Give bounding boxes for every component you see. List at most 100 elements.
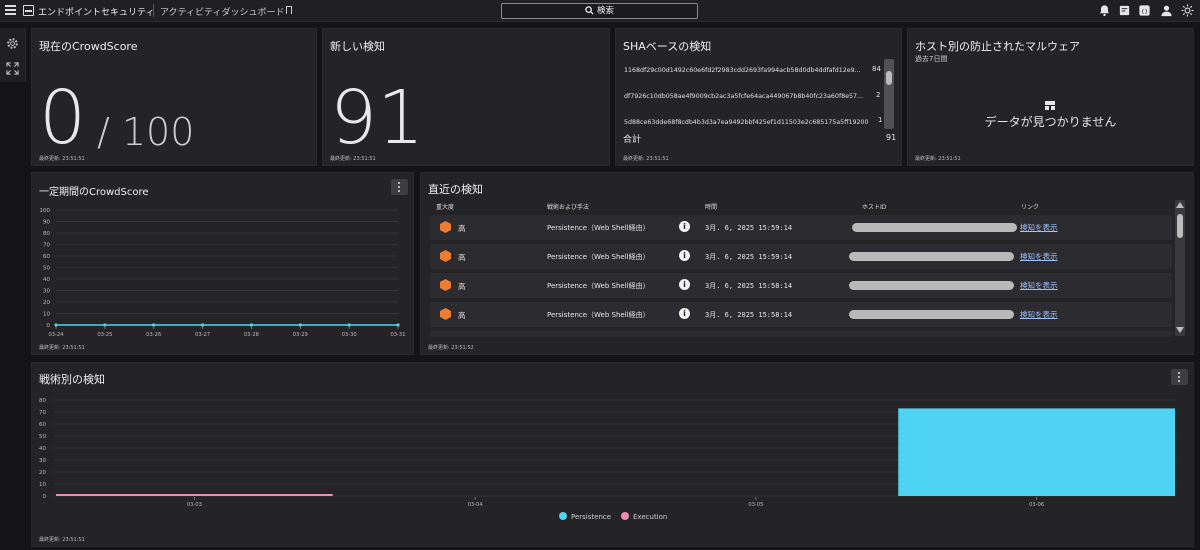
- x-tick-label: 03-28: [244, 332, 259, 338]
- y-tick-label: 100: [40, 208, 51, 214]
- current-crowdscore-card: 現在のCrowdScore 0 / 100 最終更新: 23:51:51: [31, 28, 317, 166]
- bell-icon[interactable]: [1098, 4, 1111, 17]
- y-tick-label: 40: [43, 277, 50, 283]
- scroll-down-icon[interactable]: [1176, 327, 1184, 333]
- sha-scrollbar[interactable]: [884, 59, 894, 129]
- table-scrollbar[interactable]: [1175, 200, 1185, 336]
- x-tick-label: 03-05: [748, 502, 763, 508]
- legend-persistence[interactable]: Persistence: [559, 512, 611, 521]
- last-updated: 最終更新: 23:51:51: [915, 156, 961, 162]
- x-tick-label: 03-30: [342, 332, 357, 338]
- sha-hash[interactable]: df7926c10db058ae4f9009cb2ac3a5fcfe64aca4…: [624, 93, 869, 100]
- last-updated: 最終更新: 23:51:51: [39, 537, 85, 543]
- menu-icon[interactable]: [5, 5, 16, 15]
- y-tick-label: 50: [39, 434, 46, 440]
- crowdscore-line-chart: 0 10 20 30 40 50 60 70 80 90 100 03-24 03-25 03-26 03-…: [40, 208, 406, 338]
- tactic-text: Persistence（Web Shell経由）: [547, 311, 650, 319]
- x-tick-label: 03-29: [293, 332, 308, 338]
- sha-hash[interactable]: 1168df29c00d1492c60e6fd2f2983cdd2693fa99…: [624, 67, 869, 74]
- y-tick-label: 10: [43, 312, 50, 318]
- user-icon[interactable]: [1160, 4, 1173, 17]
- y-tick-label: 70: [43, 243, 50, 249]
- scroll-up-icon[interactable]: [1176, 202, 1184, 208]
- view-detection-link[interactable]: 検知を表示: [1020, 309, 1058, 320]
- no-data-icon: [1045, 101, 1055, 110]
- legend-execution[interactable]: Execution: [621, 512, 667, 521]
- x-tick-label: 03-04: [468, 502, 484, 508]
- legend-label: Execution: [633, 513, 668, 521]
- y-tick-label: 40: [39, 446, 46, 452]
- tactic-bar-chart: 0 10 20 30 40 50 60 70 80 03-03 03-04 03-05 03-06: [39, 398, 1177, 508]
- x-tick-label: 03-06: [1029, 502, 1044, 508]
- more-options-button[interactable]: [1171, 369, 1188, 385]
- no-data-message: データが見つかりません: [984, 115, 1117, 129]
- y-tick-label: 50: [43, 266, 50, 272]
- sha-hash[interactable]: 5d88ce63dde68f8cdb4b3d3a7ea9492bbf425ef1…: [624, 119, 869, 126]
- legend-marker: [559, 512, 567, 520]
- x-tick-label: 03-24: [48, 332, 64, 338]
- new-detections-value: 91: [330, 75, 425, 161]
- y-tick-label: 0: [43, 494, 47, 500]
- x-tick-label: 03-03: [187, 502, 202, 508]
- y-tick-label: 0: [47, 323, 51, 329]
- view-detection-link[interactable]: 検知を表示: [1020, 280, 1058, 291]
- info-icon[interactable]: i: [679, 221, 690, 232]
- messages-icon[interactable]: [1118, 4, 1131, 17]
- last-updated: 最終更新: 23:51:51: [330, 156, 376, 162]
- severity-label: 高: [458, 253, 466, 262]
- bar-execution: [56, 494, 333, 496]
- x-tick-label: 03-31: [390, 332, 405, 338]
- app-title[interactable]: エンドポイントセキュリティ: [38, 5, 154, 18]
- host-id-redacted: [849, 310, 1014, 319]
- sun-icon[interactable]: [1181, 4, 1194, 17]
- host-id-redacted: [852, 223, 1017, 232]
- col-header-severity[interactable]: 重大度: [436, 202, 454, 211]
- view-detection-link[interactable]: 検知を表示: [1020, 251, 1058, 262]
- info-icon[interactable]: i: [679, 308, 690, 319]
- apps-icon[interactable]: {}: [1138, 4, 1151, 17]
- view-detection-link[interactable]: 検知を表示: [1020, 222, 1058, 233]
- card-title: 一定期間のCrowdScore: [39, 187, 149, 198]
- search-button[interactable]: 検索: [501, 3, 698, 19]
- y-tick-label: 70: [39, 410, 46, 416]
- x-tick-label: 03-27: [195, 332, 210, 338]
- col-header-link[interactable]: リンク: [1021, 202, 1039, 211]
- bookmark-icon[interactable]: [286, 6, 292, 14]
- card-title: 新しい検知: [330, 40, 385, 53]
- search-label: 検索: [596, 6, 614, 16]
- detection-time: 3月. 6, 2025 15:58:14: [705, 311, 793, 319]
- expand-icon[interactable]: [6, 62, 19, 75]
- legend-marker: [621, 512, 629, 520]
- severity-icon: [440, 221, 451, 233]
- severity-icon: [440, 308, 451, 320]
- legend-label: Persistence: [571, 513, 612, 521]
- card-title: SHAベースの検知: [623, 40, 712, 53]
- new-detections-card: 新しい検知 91 最終更新: 23:51:51: [322, 28, 610, 166]
- gear-icon[interactable]: [6, 37, 19, 50]
- tactic-text: Persistence（Web Shell経由）: [547, 224, 650, 232]
- col-header-tactic[interactable]: 戦術および手法: [547, 202, 589, 211]
- card-title: 現在のCrowdScore: [39, 40, 138, 53]
- host-id-redacted: [849, 252, 1014, 261]
- detection-time: 3月. 6, 2025 15:59:14: [705, 253, 793, 261]
- table-row[interactable]: 高 Persistence（Web Shell経由） i 3月. 6, 2025…: [430, 244, 1172, 269]
- crowdscore-value: 0: [39, 75, 87, 161]
- x-tick-label: 03-25: [97, 332, 112, 338]
- severity-icon: [440, 279, 451, 291]
- col-header-host[interactable]: ホストID: [862, 202, 886, 211]
- more-options-button[interactable]: [391, 179, 408, 195]
- info-icon[interactable]: i: [679, 250, 690, 261]
- card-title: 直近の検知: [428, 183, 483, 196]
- table-row[interactable]: 高 Persistence（Web Shell経由） i 3月. 6, 2025…: [430, 302, 1172, 327]
- tactic-text: Persistence（Web Shell経由）: [547, 253, 650, 261]
- top-bar: エンドポイントセキュリティ アクティビティダッシュボード 検索 {}: [0, 0, 1200, 22]
- sha-count: 2: [876, 91, 881, 99]
- table-row[interactable]: 高 Persistence（Web Shell経由） i 3月. 6, 2025…: [430, 215, 1172, 240]
- sha-count: 84: [872, 65, 881, 73]
- info-icon[interactable]: i: [679, 279, 690, 290]
- bar-persistence: [898, 408, 1175, 496]
- col-header-time[interactable]: 時間: [705, 202, 717, 211]
- table-row-partial: [430, 331, 1172, 337]
- table-row[interactable]: 高 Persistence（Web Shell経由） i 3月. 6, 2025…: [430, 273, 1172, 298]
- last-updated: 最終更新: 23:51:52: [428, 345, 474, 351]
